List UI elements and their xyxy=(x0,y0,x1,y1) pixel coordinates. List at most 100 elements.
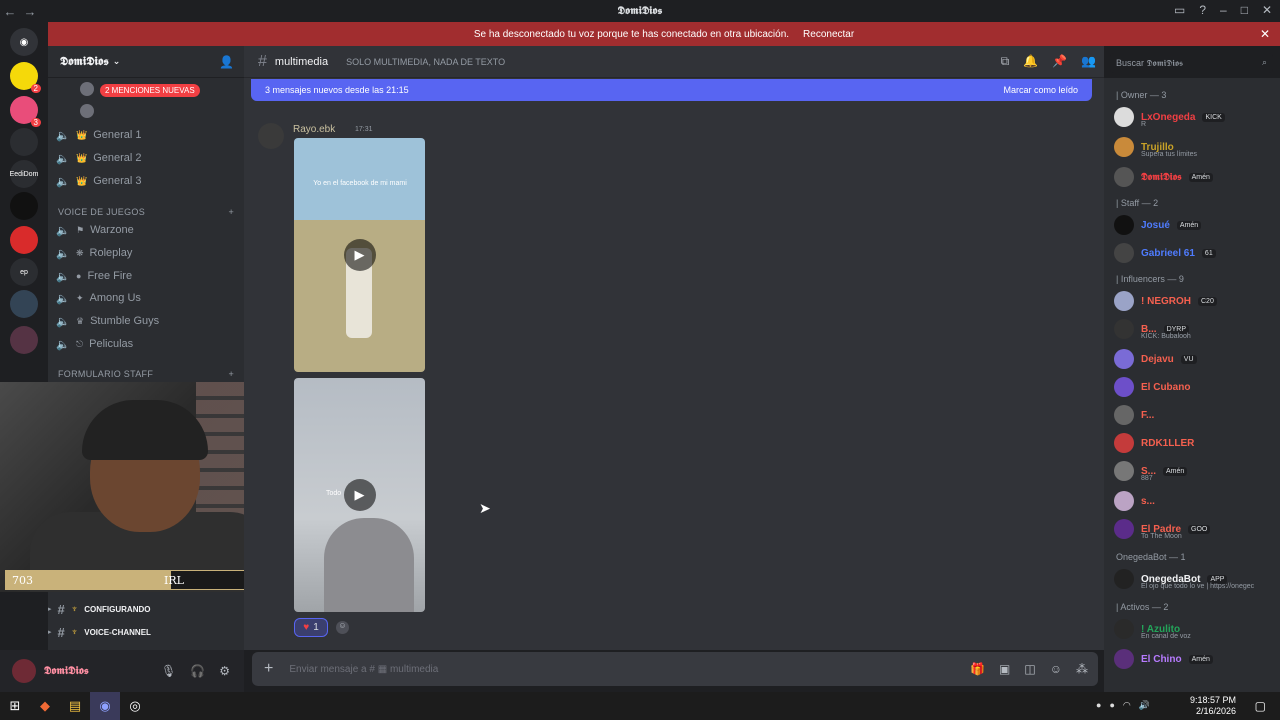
discord-home-icon[interactable]: ◉ xyxy=(10,28,38,56)
avatar[interactable] xyxy=(1114,461,1134,481)
member-item[interactable]: B... DYRP KICK: Bubalooh xyxy=(1114,316,1278,342)
heart-reaction[interactable]: ♥ 1 xyxy=(294,618,328,637)
voice-channel[interactable]: 🔈 ⚑ Warzone xyxy=(56,220,236,240)
minimize-button[interactable]: – xyxy=(1220,3,1227,17)
file-explorer-icon[interactable]: ▤ xyxy=(60,692,90,720)
member-item[interactable]: ! Azulito En canal de voz xyxy=(1114,616,1278,642)
server-icon[interactable]: 3 xyxy=(10,96,41,127)
new-messages-bar[interactable]: 3 mensajes nuevos desde las 21:15 Marcar… xyxy=(251,79,1092,101)
add-channel-icon[interactable]: + xyxy=(228,369,234,379)
gif-icon[interactable]: ▣ xyxy=(999,662,1010,676)
taskbar-clock[interactable]: 9:18:57 PM 2/16/2026 xyxy=(1190,695,1236,717)
voice-channel[interactable]: 🔈 ♛ Stumble Guys xyxy=(56,311,236,331)
avatar[interactable] xyxy=(80,104,94,118)
search-input[interactable]: Buscar 𝕯𝖔𝖒𝖎𝕯𝖎𝖔𝖘 ⌕ xyxy=(1110,53,1273,73)
member-item[interactable]: Josué Amén xyxy=(1114,212,1278,238)
avatar[interactable] xyxy=(1114,167,1134,187)
play-icon[interactable]: ▶ xyxy=(343,239,376,271)
avatar[interactable] xyxy=(1114,215,1134,235)
server-icon[interactable]: ep xyxy=(10,258,38,286)
avatar[interactable] xyxy=(1114,107,1134,127)
apps-icon[interactable]: ⁂ xyxy=(1076,662,1088,676)
message-author[interactable]: Rayo.ebk xyxy=(293,124,335,135)
maximize-button[interactable]: □ xyxy=(1241,3,1248,17)
avatar[interactable] xyxy=(80,82,94,96)
member-item[interactable]: F... xyxy=(1114,402,1278,428)
system-tray[interactable]: ● ● ◠ 🔊 xyxy=(1096,700,1150,711)
reconnect-button[interactable]: Reconectar xyxy=(803,29,854,40)
voice-channel[interactable]: 🔈 ⎋ Peliculas xyxy=(56,334,236,354)
avatar[interactable] xyxy=(1114,291,1134,311)
emoji-icon[interactable]: ☺ xyxy=(1050,662,1062,676)
server-icon[interactable] xyxy=(10,128,38,156)
gift-icon[interactable]: 🎁 xyxy=(970,662,985,676)
help-icon[interactable]: ? xyxy=(1199,3,1206,17)
avatar[interactable] xyxy=(1114,569,1134,589)
avatar[interactable] xyxy=(258,123,284,149)
avatar[interactable] xyxy=(1114,137,1134,157)
windows-start-icon[interactable]: ⊞ xyxy=(0,692,30,720)
avatar[interactable] xyxy=(1114,491,1134,511)
add-channel-icon[interactable]: + xyxy=(228,207,234,217)
text-channel[interactable]: ▸ # ♆ CONFIGURANDO xyxy=(48,600,238,618)
avatar[interactable] xyxy=(1114,519,1134,539)
voice-channel[interactable]: 🔈 ✦ Among Us xyxy=(56,288,236,308)
voice-channel[interactable]: 🔈 👑 General 1 xyxy=(56,125,236,145)
member-item[interactable]: RDK1LLER xyxy=(1114,430,1278,456)
member-item[interactable]: ! NEGROH C20 xyxy=(1114,288,1278,314)
voice-channel[interactable]: 🔈 ❋ Roleplay xyxy=(56,243,236,263)
bell-icon[interactable]: 🔔 xyxy=(1023,54,1038,69)
tray-icon[interactable]: ● xyxy=(1109,700,1114,711)
mark-read-button[interactable]: Marcar como leído xyxy=(1003,85,1078,95)
member-item[interactable]: Gabrieel 61 61 xyxy=(1114,240,1278,266)
server-icon[interactable] xyxy=(10,226,38,254)
obs-app-icon[interactable]: ◎ xyxy=(120,692,150,720)
voice-channel[interactable]: 🔈 👑 General 2 xyxy=(56,148,236,168)
avatar[interactable] xyxy=(1114,349,1134,369)
category-staff-form[interactable]: FORMULARIO STAFF + xyxy=(58,369,234,379)
server-header[interactable]: 𝕯𝖔𝖒𝖎𝕯𝖎𝖔𝖘 ⌄ 👤 xyxy=(48,46,244,78)
sticker-icon[interactable]: ◫ xyxy=(1024,662,1035,676)
member-item[interactable]: s... xyxy=(1114,488,1278,514)
volume-icon[interactable]: 🔊 xyxy=(1139,700,1150,711)
expand-arrow-icon[interactable]: ▸ xyxy=(48,628,52,636)
member-item[interactable]: Dejavu VU xyxy=(1114,346,1278,372)
server-icon[interactable] xyxy=(10,192,38,220)
server-icon[interactable]: EediDom xyxy=(10,160,38,188)
category-voice-games[interactable]: VOICE DE JUEGOS + xyxy=(58,207,234,217)
member-list-icon[interactable]: 👥 xyxy=(1081,54,1096,69)
server-icon[interactable]: 2 xyxy=(10,62,41,93)
member-item[interactable]: El Cubano xyxy=(1114,374,1278,400)
headphones-icon[interactable]: 🎧 xyxy=(190,664,205,678)
inbox-icon[interactable]: ▭ xyxy=(1174,3,1185,17)
threads-icon[interactable]: ⧉ xyxy=(1001,54,1010,69)
close-window-button[interactable]: ✕ xyxy=(1262,3,1272,17)
avatar[interactable] xyxy=(12,659,36,683)
avatar[interactable] xyxy=(1114,377,1134,397)
settings-gear-icon[interactable]: ⚙ xyxy=(219,664,230,678)
member-item[interactable]: LxOnegeda KICK R xyxy=(1114,104,1278,130)
voice-channel[interactable]: 🔈 👑 General 3 xyxy=(56,171,236,191)
close-icon[interactable]: ✕ xyxy=(1260,27,1270,41)
avatar[interactable] xyxy=(1114,649,1134,669)
video-attachment[interactable]: Todo ▶ xyxy=(294,378,425,612)
member-item[interactable]: Trujillo Supera tus límites xyxy=(1114,134,1278,160)
voice-channel[interactable]: 🔈 ● Free Fire xyxy=(56,266,236,286)
discord-app-icon[interactable]: ◉ xyxy=(90,692,120,720)
invite-icon[interactable]: 👤 xyxy=(219,55,234,69)
play-icon[interactable]: ▶ xyxy=(343,479,376,511)
wifi-icon[interactable]: ◠ xyxy=(1123,700,1131,711)
video-attachment[interactable]: Yo en el facebook de mi mami ▶ xyxy=(294,138,425,372)
tray-icon[interactable]: ● xyxy=(1096,700,1101,711)
avatar[interactable] xyxy=(1114,619,1134,639)
plus-icon[interactable]: + xyxy=(264,660,273,678)
server-icon[interactable] xyxy=(10,326,38,354)
avatar[interactable] xyxy=(1114,405,1134,425)
add-reaction-icon[interactable]: ☺ xyxy=(336,621,349,634)
avatar[interactable] xyxy=(1114,319,1134,339)
new-mentions-badge[interactable]: 2 MENCIONES NUEVAS xyxy=(100,84,200,97)
avatar[interactable] xyxy=(1114,243,1134,263)
member-item[interactable]: 𝕯𝖔𝖒𝖎𝕯𝖎𝖔𝖘 Amén xyxy=(1114,164,1278,190)
member-item[interactable]: OnegedaBot APP El ojo que todo lo ve | htt… xyxy=(1114,566,1278,592)
message-composer[interactable]: + Enviar mensaje a # ▦ multimedia 🎁 ▣ ◫ … xyxy=(252,652,1098,686)
